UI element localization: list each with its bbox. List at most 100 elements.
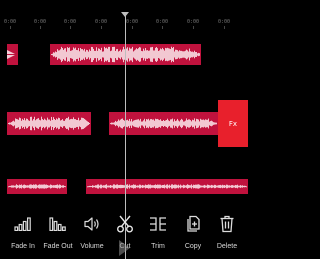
waveform-bar [211,120,212,127]
waveform-bar [9,185,10,188]
waveform-bar [29,184,30,189]
waveform-bar [183,184,184,189]
waveform-bar [155,47,156,62]
waveform-bar [241,185,242,188]
waveform-bar [223,185,224,188]
waveform-bar [149,120,150,127]
fade-out-button[interactable]: Fade Out [40,210,76,259]
waveform-bar [49,185,50,188]
waveform-bar [149,184,150,189]
waveform-bar [213,122,214,125]
waveform-bar [140,47,141,62]
waveform-bar [187,50,188,59]
ruler-tick-label: 0:00 [155,19,169,25]
waveform-bar [117,48,118,61]
waveform-bar [113,122,114,125]
waveform-bar [219,185,220,188]
waveform-bar [163,49,164,60]
waveform-bar [32,120,33,127]
waveform-bar [180,120,181,127]
waveform-bar [137,119,138,128]
waveform-bar [117,184,118,189]
audio-clip[interactable] [7,44,18,65]
waveform-bar [218,185,219,188]
waveform-bar [196,51,197,58]
waveform-bar [181,50,182,59]
waveform-bar [155,184,156,189]
waveform-bar [121,118,122,129]
waveform-bar [201,119,202,128]
trim-button[interactable]: Trim [140,210,176,259]
waveform-bar [153,50,154,59]
waveform-bar [158,184,159,189]
waveform-bar [196,118,197,129]
waveform-bar [22,185,23,188]
waveform-bar [156,185,157,188]
waveform-bar [212,121,213,126]
waveform-bar [150,47,151,62]
fade-in-label: Fade In [11,243,35,250]
waveform-bar [186,49,187,60]
copy-button[interactable]: Copy [175,210,211,259]
waveform-bar [167,47,168,62]
waveform-bar [77,120,78,127]
waveform-bar [55,185,56,188]
waveform-bar [122,184,123,189]
waveform-bar [35,184,36,189]
audio-clip[interactable] [7,112,91,135]
waveform-bar [95,50,96,59]
waveform-bar [198,184,199,189]
waveform-bar [200,118,201,129]
waveform-bar [123,46,124,63]
waveform-bar [185,120,186,127]
waveform-bar [84,118,85,129]
waveform-bar [234,185,235,188]
waveform-bar [11,185,12,188]
waveform-bar [137,49,138,60]
audio-clip[interactable] [86,179,248,194]
waveform-bar [93,48,94,61]
waveform-bar [82,49,83,60]
waveform-bar [196,184,197,189]
waveform-bar [133,120,134,127]
waveform-bar [10,185,11,188]
waveform-bar [185,50,186,59]
waveform-bar [120,49,121,60]
waveform-bar [173,47,174,62]
waveform-bar [139,47,140,62]
waveform-bar [143,120,144,127]
waveform-bar [60,120,61,127]
audio-clip[interactable] [7,179,67,194]
delete-button[interactable]: Delete [209,210,245,259]
waveform-bar [126,184,127,189]
waveform-bar [119,50,120,59]
waveform-bar [152,46,153,63]
waveform-bar [64,120,65,127]
waveform-bar [88,186,89,188]
waveform-bar [20,184,21,189]
waveform-bar [43,184,44,189]
waveform-bar [214,122,215,125]
waveform [8,184,66,189]
waveform-bar [137,185,138,188]
waveform-bar [65,186,66,188]
waveform-bar [58,185,59,188]
waveform-bar [52,53,53,56]
waveform-bar [198,119,199,128]
fade-in-button[interactable]: Fade In [5,210,41,259]
waveform-bar [96,47,97,62]
waveform-bar [199,121,200,126]
waveform-bar [84,48,85,61]
waveform-bar [40,120,41,127]
waveform-bar [210,121,211,126]
waveform-bar [183,121,184,126]
volume-button[interactable]: Volume [74,210,110,259]
waveform-bar [178,184,179,189]
waveform-bar [135,49,136,60]
waveform-bar [135,119,136,128]
waveform-bar [14,121,15,126]
fx-button[interactable]: Fx [218,100,248,147]
waveform-bar [145,184,146,189]
waveform-bar [104,46,105,63]
waveform-bar [168,48,169,61]
